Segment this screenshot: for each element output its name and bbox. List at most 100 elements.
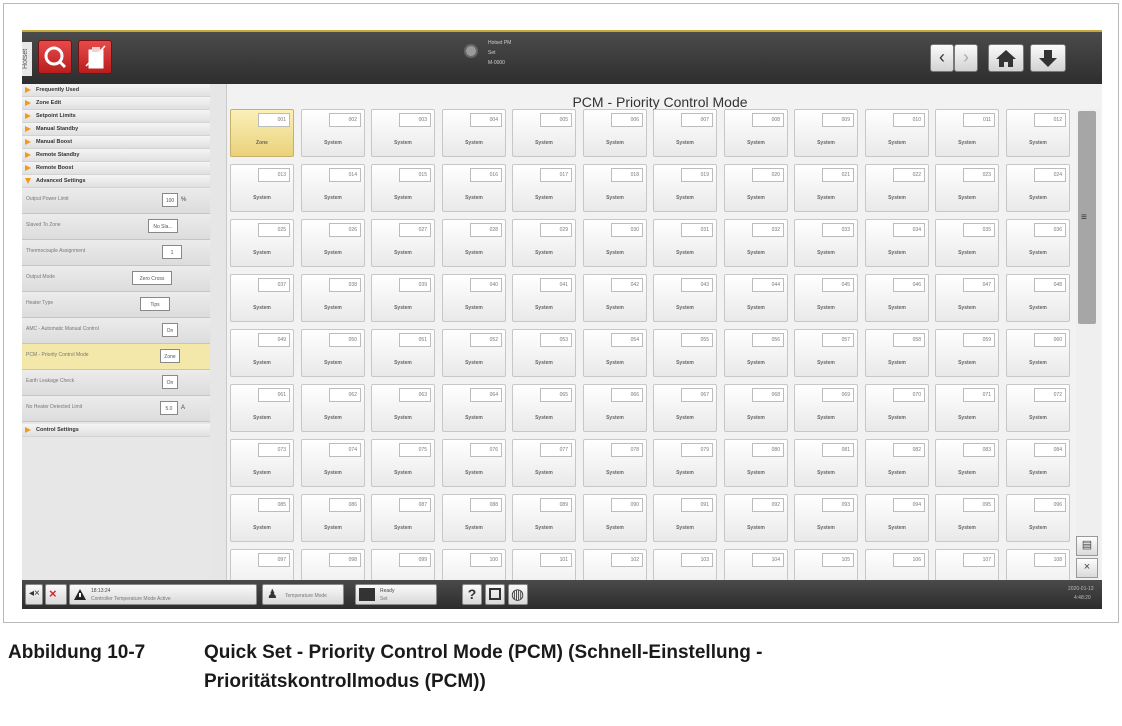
zone-tile[interactable]: 006 System xyxy=(583,109,647,157)
zone-tile[interactable]: 052 System xyxy=(442,329,506,377)
zone-tile[interactable]: 014 System xyxy=(301,164,365,212)
zone-tile[interactable]: 048 System xyxy=(1006,274,1070,322)
zone-tile[interactable]: 041 System xyxy=(512,274,576,322)
zone-tile[interactable]: 003 System xyxy=(371,109,435,157)
zone-tile[interactable]: 011 System xyxy=(935,109,999,157)
screenshot-button[interactable] xyxy=(485,584,505,605)
zone-tile[interactable]: 044 System xyxy=(724,274,788,322)
zone-tile[interactable]: 047 System xyxy=(935,274,999,322)
zone-tile[interactable]: 028 System xyxy=(442,219,506,267)
zone-tile[interactable]: 001 Zone xyxy=(230,109,294,157)
zone-tile[interactable]: 091 System xyxy=(653,494,717,542)
zone-tile[interactable]: 063 System xyxy=(371,384,435,432)
zone-tile[interactable]: 051 System xyxy=(371,329,435,377)
zone-tile[interactable]: 045 System xyxy=(794,274,858,322)
menu-item[interactable]: Setpoint Limits xyxy=(22,110,210,123)
setting-value-field[interactable]: No Sla... xyxy=(148,219,178,233)
setting-value-field[interactable]: Zone xyxy=(160,349,180,363)
zone-tile[interactable]: 023 System xyxy=(935,164,999,212)
zone-tile[interactable]: 034 System xyxy=(865,219,929,267)
zone-tile[interactable]: 079 System xyxy=(653,439,717,487)
zone-tile[interactable]: 030 System xyxy=(583,219,647,267)
zone-tile[interactable]: 046 System xyxy=(865,274,929,322)
zone-tile[interactable]: 086 System xyxy=(301,494,365,542)
zone-tile[interactable]: 070 System xyxy=(865,384,929,432)
alarm-reset-button[interactable]: × xyxy=(45,584,67,605)
setting-value-field[interactable]: On xyxy=(162,323,178,337)
next-button[interactable]: › xyxy=(954,44,978,72)
zone-tile[interactable]: 088 System xyxy=(442,494,506,542)
zone-tile[interactable]: 076 System xyxy=(442,439,506,487)
hamburger-icon[interactable]: ≡ xyxy=(1081,212,1087,223)
zone-tile[interactable]: 022 System xyxy=(865,164,929,212)
zone-tile[interactable]: 005 System xyxy=(512,109,576,157)
zone-tile[interactable]: 020 System xyxy=(724,164,788,212)
side-tab[interactable]: Hotset xyxy=(22,42,32,76)
zone-tile[interactable]: 029 System xyxy=(512,219,576,267)
zone-tile[interactable]: 025 System xyxy=(230,219,294,267)
zone-tile[interactable]: 010 System xyxy=(865,109,929,157)
zone-tile[interactable]: 007 System xyxy=(653,109,717,157)
zone-tile[interactable]: 057 System xyxy=(794,329,858,377)
menu-item[interactable]: Manual Boost xyxy=(22,136,210,149)
search-button[interactable] xyxy=(38,40,72,74)
zone-tile[interactable]: 072 System xyxy=(1006,384,1070,432)
menu-item[interactable]: Advanced Settings xyxy=(22,175,210,188)
prev-button[interactable]: ‹ xyxy=(930,44,954,72)
zone-tile[interactable]: 013 System xyxy=(230,164,294,212)
zone-tile[interactable]: 017 System xyxy=(512,164,576,212)
user-button[interactable]: ♟ Temperature Mode xyxy=(262,584,344,605)
zone-tile[interactable]: 027 System xyxy=(371,219,435,267)
menu-item[interactable]: Remote Boost xyxy=(22,162,210,175)
grid-view-button[interactable]: ▤ xyxy=(1076,536,1098,556)
alarm-banner[interactable]: 18:13:24 Controller Temperature Mode Act… xyxy=(69,584,257,605)
zone-tile[interactable]: 083 System xyxy=(935,439,999,487)
zone-tile[interactable]: 059 System xyxy=(935,329,999,377)
setting-value-field[interactable]: Tips xyxy=(140,297,170,311)
zone-tile[interactable]: 093 System xyxy=(794,494,858,542)
zone-tile[interactable]: 060 System xyxy=(1006,329,1070,377)
zone-tile[interactable]: 042 System xyxy=(583,274,647,322)
zone-tile[interactable]: 026 System xyxy=(301,219,365,267)
zone-tile[interactable]: 055 System xyxy=(653,329,717,377)
zone-tile[interactable]: 054 System xyxy=(583,329,647,377)
setting-value-field[interactable]: On xyxy=(162,375,178,389)
zone-tile[interactable]: 032 System xyxy=(724,219,788,267)
zone-tile[interactable]: 009 System xyxy=(794,109,858,157)
zone-tile[interactable]: 078 System xyxy=(583,439,647,487)
zone-tile[interactable]: 016 System xyxy=(442,164,506,212)
zone-tile[interactable]: 081 System xyxy=(794,439,858,487)
zone-tile[interactable]: 096 System xyxy=(1006,494,1070,542)
help-button[interactable]: ? xyxy=(462,584,482,605)
zone-tile[interactable]: 092 System xyxy=(724,494,788,542)
zone-tile[interactable]: 085 System xyxy=(230,494,294,542)
zone-tile[interactable]: 049 System xyxy=(230,329,294,377)
home-button[interactable] xyxy=(988,44,1024,72)
zone-tile[interactable]: 090 System xyxy=(583,494,647,542)
zone-tile[interactable]: 094 System xyxy=(865,494,929,542)
zone-tile[interactable]: 031 System xyxy=(653,219,717,267)
zone-tile[interactable]: 019 System xyxy=(653,164,717,212)
zone-tile[interactable]: 021 System xyxy=(794,164,858,212)
zone-tile[interactable]: 067 System xyxy=(653,384,717,432)
zone-tile[interactable]: 035 System xyxy=(935,219,999,267)
zone-tile[interactable]: 018 System xyxy=(583,164,647,212)
zone-tile[interactable]: 040 System xyxy=(442,274,506,322)
setting-value-field[interactable]: 1 xyxy=(162,245,182,259)
zone-tile[interactable]: 089 System xyxy=(512,494,576,542)
zone-tile[interactable]: 004 System xyxy=(442,109,506,157)
zone-tile[interactable]: 066 System xyxy=(583,384,647,432)
zone-tile[interactable]: 033 System xyxy=(794,219,858,267)
zone-tile[interactable]: 082 System xyxy=(865,439,929,487)
zone-tile[interactable]: 008 System xyxy=(724,109,788,157)
zone-tile[interactable]: 087 System xyxy=(371,494,435,542)
close-selection-button[interactable]: × xyxy=(1076,558,1098,578)
zone-tile[interactable]: 068 System xyxy=(724,384,788,432)
menu-item-control-settings[interactable]: Control Settings xyxy=(22,424,210,437)
zone-tile[interactable]: 084 System xyxy=(1006,439,1070,487)
zone-tile[interactable]: 053 System xyxy=(512,329,576,377)
zone-tile[interactable]: 037 System xyxy=(230,274,294,322)
zone-tile[interactable]: 036 System xyxy=(1006,219,1070,267)
setting-value-field[interactable]: Zero Cross xyxy=(132,271,172,285)
zone-tile[interactable]: 069 System xyxy=(794,384,858,432)
